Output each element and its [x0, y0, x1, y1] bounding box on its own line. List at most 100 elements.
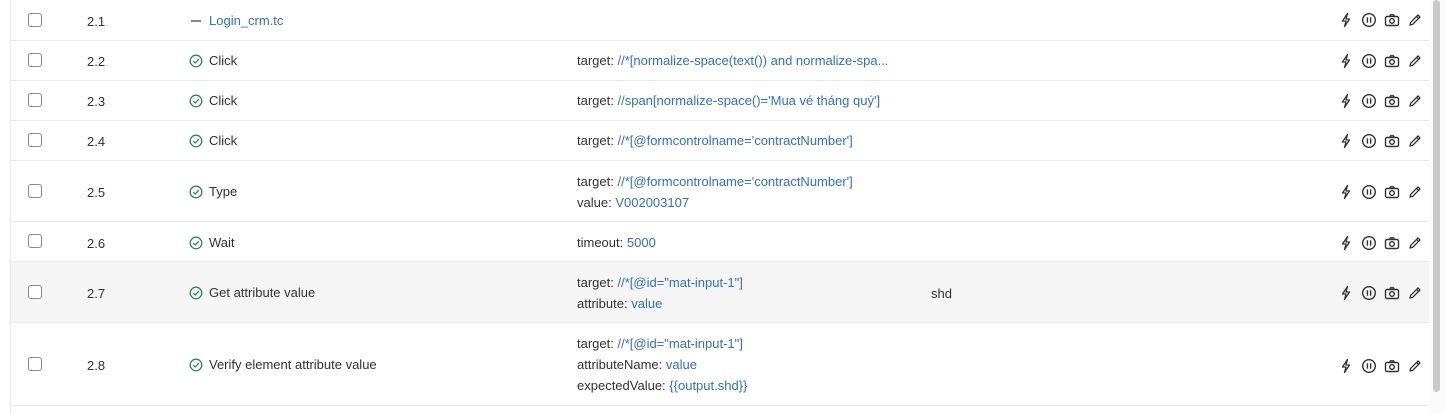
pause-icon[interactable]: [1361, 235, 1377, 251]
param-key: target:: [577, 53, 614, 68]
check-circle-icon: [189, 54, 203, 67]
edit-icon[interactable]: [1407, 133, 1423, 149]
scrollbar-thumb[interactable]: [1433, 0, 1440, 392]
step-action[interactable]: Verify element attribute value: [189, 357, 377, 372]
table-row: 2.8 Verify element attribute value targe…: [11, 323, 1430, 406]
step-action[interactable]: Type: [189, 184, 237, 199]
camera-icon[interactable]: [1384, 133, 1400, 149]
step-number: 2.3: [87, 94, 106, 109]
camera-icon[interactable]: [1384, 12, 1400, 28]
step-action-label: Type: [209, 184, 238, 199]
param-value: 5000: [626, 235, 656, 250]
param-key: timeout:: [577, 235, 624, 250]
pause-icon[interactable]: [1361, 12, 1377, 28]
camera-icon[interactable]: [1384, 53, 1400, 69]
edit-icon[interactable]: [1407, 93, 1423, 109]
edit-icon[interactable]: [1407, 184, 1423, 200]
step-params: target: //*[@formcontrolname='contractNu…: [577, 171, 853, 213]
step-action[interactable]: Click: [189, 133, 237, 148]
param-value: //*[@formcontrolname='contractNumber']: [617, 174, 853, 189]
check-circle-icon: [189, 236, 203, 249]
row-tools: [1338, 285, 1430, 301]
param-value: value: [665, 357, 697, 372]
flash-icon[interactable]: [1338, 184, 1354, 200]
row-checkbox[interactable]: [28, 285, 42, 299]
row-checkbox[interactable]: [28, 357, 42, 371]
check-circle-icon: [189, 358, 203, 371]
param-key: value:: [577, 195, 612, 210]
edit-icon[interactable]: [1407, 358, 1423, 374]
table-row: 2.1 Login_crm.tc: [11, 0, 1430, 41]
flash-icon[interactable]: [1338, 285, 1354, 301]
row-checkbox[interactable]: [28, 53, 42, 67]
check-circle-icon: [189, 94, 203, 107]
edit-icon[interactable]: [1407, 285, 1423, 301]
row-checkbox[interactable]: [28, 133, 42, 147]
edit-icon[interactable]: [1407, 235, 1423, 251]
step-action-label: Wait: [209, 235, 235, 250]
step-params: target: //*[@formcontrolname='contractNu…: [577, 130, 853, 151]
param-value: //span[normalize-space()='Mua vé tháng q…: [617, 93, 881, 108]
param-key: target:: [577, 275, 614, 290]
step-action-label: Click: [209, 53, 238, 68]
camera-icon[interactable]: [1384, 235, 1400, 251]
step-params: target: //span[normalize-space()='Mua vé…: [577, 90, 880, 111]
flash-icon[interactable]: [1338, 133, 1354, 149]
row-tools: [1338, 358, 1430, 374]
camera-icon[interactable]: [1384, 358, 1400, 374]
param-value: //*[@id="mat-input-1"]: [617, 275, 743, 290]
row-tools: [1338, 235, 1430, 251]
flash-icon[interactable]: [1338, 53, 1354, 69]
pause-icon[interactable]: [1361, 285, 1377, 301]
step-action[interactable]: Login_crm.tc: [189, 13, 283, 28]
camera-icon[interactable]: [1384, 184, 1400, 200]
flash-icon[interactable]: [1338, 12, 1354, 28]
step-number: 2.8: [87, 358, 106, 373]
row-checkbox[interactable]: [28, 93, 42, 107]
param-key: target:: [577, 93, 614, 108]
step-params: timeout: 5000: [577, 232, 656, 253]
step-number: 2.2: [87, 54, 106, 69]
test-steps-table: 2.1 Login_crm.tc 2.2 Click target: //*[n…: [10, 0, 1430, 414]
step-number: 2.1: [87, 14, 106, 29]
row-tools: [1338, 184, 1430, 200]
pause-icon[interactable]: [1361, 93, 1377, 109]
row-tools: [1338, 93, 1430, 109]
param-key: attribute:: [577, 296, 628, 311]
param-key: target:: [577, 133, 614, 148]
table-row: 2.6 Wait timeout: 5000: [11, 222, 1430, 262]
step-action[interactable]: Get attribute value: [189, 285, 315, 300]
step-action[interactable]: Click: [189, 93, 237, 108]
table-row: 2.7 Get attribute value target: //*[@id=…: [11, 262, 1430, 323]
step-action-label: Click: [209, 133, 238, 148]
row-checkbox[interactable]: [28, 13, 42, 27]
pause-icon[interactable]: [1361, 133, 1377, 149]
pause-icon[interactable]: [1361, 358, 1377, 374]
step-params: target: //*[@id="mat-input-1"] attribute…: [577, 272, 743, 314]
pause-icon[interactable]: [1361, 53, 1377, 69]
flash-icon[interactable]: [1338, 358, 1354, 374]
camera-icon[interactable]: [1384, 285, 1400, 301]
step-action-label: Verify element attribute value: [209, 357, 377, 372]
param-value: {{output.shd}}: [669, 378, 748, 393]
table-row: 2.3 Click target: //span[normalize-space…: [11, 81, 1430, 121]
edit-icon[interactable]: [1407, 12, 1423, 28]
check-circle-icon: [189, 134, 203, 147]
row-checkbox[interactable]: [28, 234, 42, 248]
pause-icon[interactable]: [1361, 184, 1377, 200]
step-action[interactable]: Click: [189, 53, 237, 68]
camera-icon[interactable]: [1384, 93, 1400, 109]
step-number: 2.4: [87, 134, 106, 149]
flash-icon[interactable]: [1338, 93, 1354, 109]
edit-icon[interactable]: [1407, 53, 1423, 69]
param-key: target:: [577, 174, 614, 189]
param-value: //*[@formcontrolname='contractNumber']: [617, 133, 853, 148]
row-checkbox[interactable]: [28, 184, 42, 198]
row-tools: [1338, 53, 1430, 69]
step-action-label: Click: [209, 93, 238, 108]
flash-icon[interactable]: [1338, 235, 1354, 251]
param-value: //*[@id="mat-input-1"]: [617, 336, 743, 351]
step-number: 2.6: [87, 236, 106, 251]
step-action[interactable]: Wait: [189, 235, 235, 250]
param-key: attributeName:: [577, 357, 663, 372]
